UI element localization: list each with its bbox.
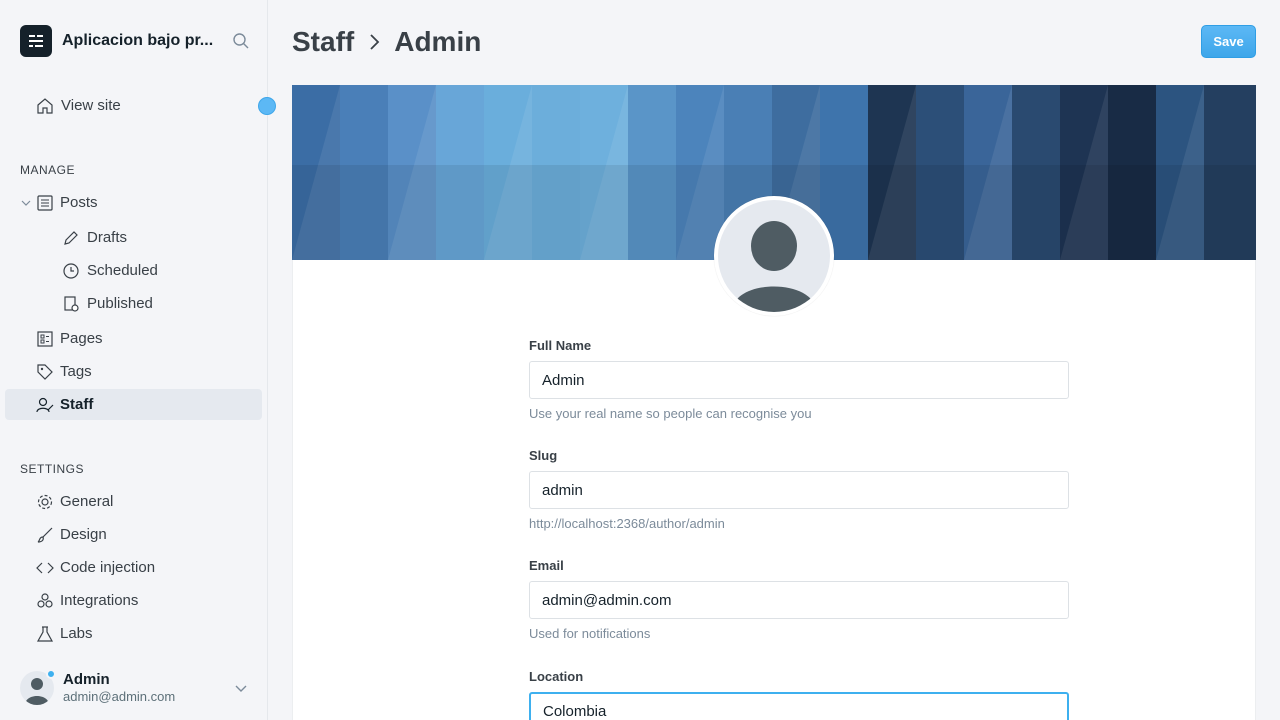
- nav-code-injection-label: Code injection: [60, 559, 156, 576]
- slug-input[interactable]: [529, 471, 1069, 509]
- nav-design-label: Design: [60, 526, 107, 543]
- pencil-icon: [62, 229, 80, 247]
- nav-design[interactable]: Design: [5, 519, 262, 550]
- code-icon: [36, 559, 54, 577]
- home-icon: [36, 97, 54, 115]
- email-hint: Used for notifications: [529, 626, 651, 641]
- nav-drafts-label: Drafts: [87, 229, 128, 246]
- nav-integrations[interactable]: Integrations: [5, 585, 262, 616]
- nav-tags-label: Tags: [60, 363, 92, 380]
- breadcrumb-staff-link[interactable]: Staff: [292, 26, 354, 58]
- gear-icon: [36, 493, 54, 511]
- user-email: admin@admin.com: [63, 689, 176, 704]
- nav-general[interactable]: General: [5, 486, 262, 517]
- nav-labs-label: Labs: [60, 625, 93, 642]
- profile-panel: Full Name Use your real name so people c…: [292, 260, 1256, 720]
- location-label: Location: [529, 669, 584, 684]
- profile-avatar[interactable]: [714, 196, 834, 316]
- full-name-input[interactable]: [529, 361, 1069, 399]
- nav-posts[interactable]: Posts: [5, 187, 262, 218]
- user-menu[interactable]: Admin admin@admin.com: [20, 669, 260, 709]
- save-button[interactable]: Save: [1201, 25, 1256, 58]
- nav-published[interactable]: Published: [5, 288, 262, 319]
- nav-view-site[interactable]: View site: [5, 90, 262, 121]
- main-content: Staff Admin Save Full Name Admin Use you…: [268, 0, 1280, 720]
- tag-icon: [36, 363, 54, 381]
- nav-scheduled[interactable]: Scheduled: [5, 255, 262, 286]
- breadcrumb: Staff Admin: [292, 24, 481, 60]
- ghost-logo-icon: [20, 25, 52, 57]
- brand[interactable]: Aplicacion bajo pr...: [20, 25, 260, 57]
- email-label: Email: [529, 558, 564, 573]
- chevron-down-icon[interactable]: [20, 197, 32, 209]
- chevron-down-icon[interactable]: [234, 681, 248, 695]
- slug-group: Slug http://localhost:2368/author/admin: [529, 448, 1069, 531]
- settings-section-title: SETTINGS: [20, 462, 85, 476]
- nav-code-injection[interactable]: Code injection: [5, 552, 262, 583]
- flask-icon: [36, 625, 54, 643]
- clock-icon: [62, 262, 80, 280]
- posts-icon: [36, 194, 54, 212]
- site-title: Aplicacion bajo pr...: [62, 32, 214, 49]
- nav-pages-label: Pages: [60, 330, 103, 347]
- status-dot: [46, 669, 56, 679]
- nav-view-site-label: View site: [61, 97, 121, 114]
- chevron-right-icon: [370, 34, 380, 50]
- location-group: Location: [529, 669, 1069, 720]
- email-group: Email Used for notifications: [529, 558, 1069, 641]
- manage-section-title: MANAGE: [20, 163, 76, 177]
- slug-hint: http://localhost:2368/author/admin: [529, 516, 725, 531]
- nav-staff-label: Staff: [60, 396, 94, 413]
- pages-icon: [36, 330, 54, 348]
- search-icon[interactable]: [232, 32, 250, 50]
- nav-tags[interactable]: Tags: [5, 356, 262, 387]
- full-name-label: Full Name: [529, 338, 592, 353]
- nav-pages[interactable]: Pages: [5, 323, 262, 354]
- nav-scheduled-label: Scheduled: [87, 262, 158, 279]
- location-input[interactable]: [529, 692, 1069, 720]
- page-title: Admin: [394, 26, 482, 57]
- nav-labs[interactable]: Labs: [5, 618, 262, 649]
- brush-icon: [36, 526, 54, 544]
- published-icon: [62, 295, 80, 313]
- full-name-hint: Use your real name so people can recogni…: [529, 406, 812, 421]
- nav-posts-label: Posts: [60, 194, 98, 211]
- nav-drafts[interactable]: Drafts: [5, 222, 262, 253]
- nav-published-label: Published: [87, 295, 153, 312]
- sidebar: Aplicacion bajo pr... View site MANAGE P…: [0, 0, 276, 720]
- staff-icon: [36, 396, 54, 414]
- integrations-icon: [36, 592, 54, 610]
- user-name: Admin: [63, 671, 110, 688]
- slug-label: Slug: [529, 448, 558, 463]
- full-name-group: Full Name Use your real name so people c…: [529, 338, 1069, 421]
- email-field[interactable]: [529, 581, 1069, 619]
- nav-staff[interactable]: Staff: [5, 389, 262, 420]
- nav-integrations-label: Integrations: [60, 592, 139, 609]
- nav-general-label: General: [60, 493, 114, 510]
